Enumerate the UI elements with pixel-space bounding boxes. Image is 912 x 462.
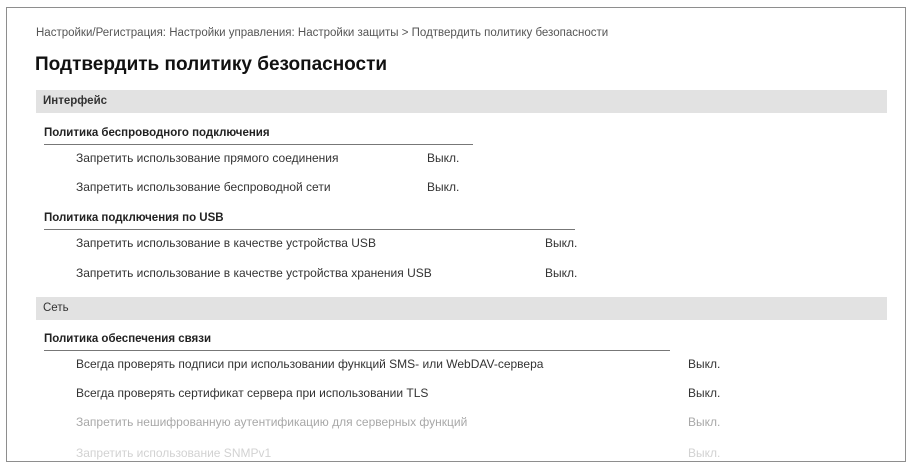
- setting-label-prohibit-usb-storage: Запретить использование в качестве устро…: [76, 266, 432, 280]
- setting-value: Выкл.: [688, 446, 721, 460]
- setting-value: Выкл.: [427, 180, 460, 194]
- setting-value: Выкл.: [545, 266, 578, 280]
- section-title-network: Сеть: [43, 302, 69, 314]
- group-divider: [44, 229, 575, 230]
- setting-label-verify-tls-server-certificate: Всегда проверять сертификат сервера при …: [76, 386, 429, 400]
- group-divider: [44, 144, 473, 145]
- group-heading-usb-policy: Политика подключения по USB: [44, 212, 224, 224]
- group-heading-communication-policy: Политика обеспечения связи: [44, 333, 212, 345]
- setting-label-prohibit-direct-connection: Запретить использование прямого соединен…: [76, 151, 339, 165]
- setting-label-prohibit-usb-device: Запретить использование в качестве устро…: [76, 236, 376, 250]
- section-header-network: Сеть: [36, 297, 887, 320]
- section-header-interface: Интерфейс: [36, 90, 887, 113]
- page-title: Подтвердить политику безопасности: [35, 54, 388, 75]
- setting-label-prohibit-plaintext-auth: Запретить нешифрованную аутентификацию д…: [76, 415, 468, 429]
- group-divider: [44, 350, 670, 351]
- setting-value: Выкл.: [688, 415, 721, 429]
- group-heading-wireless-policy: Политика беспроводного подключения: [44, 127, 270, 139]
- setting-label-verify-sms-webdav-signatures: Всегда проверять подписи при использован…: [76, 357, 544, 371]
- setting-value: Выкл.: [688, 386, 721, 400]
- setting-value: Выкл.: [545, 236, 578, 250]
- setting-label-prohibit-snmpv1: Запретить использование SNMPv1: [76, 446, 272, 460]
- setting-value: Выкл.: [427, 151, 460, 165]
- setting-label-prohibit-wireless-lan: Запретить использование беспроводной сет…: [76, 180, 331, 194]
- section-title-interface: Интерфейс: [43, 95, 108, 107]
- setting-value: Выкл.: [688, 357, 721, 371]
- breadcrumb: Настройки/Регистрация: Настройки управле…: [36, 27, 609, 39]
